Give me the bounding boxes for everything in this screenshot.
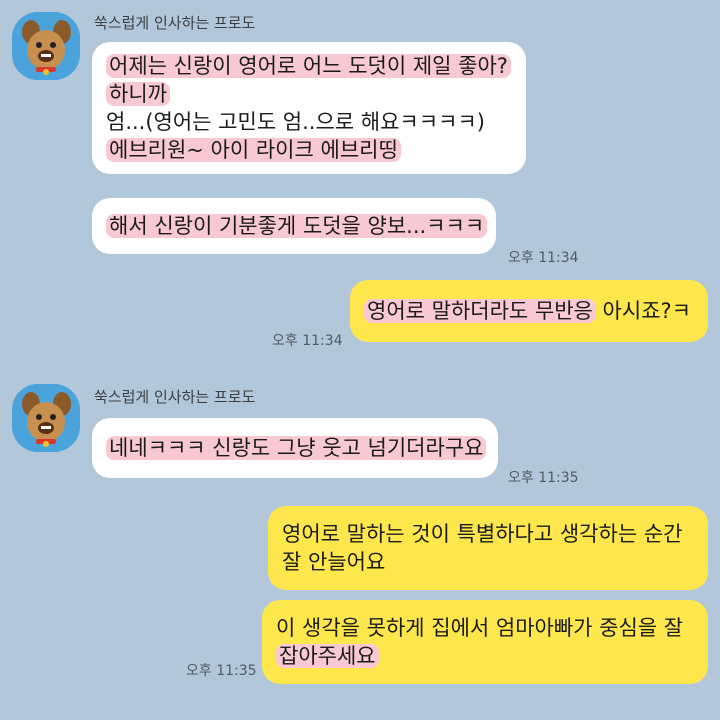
message-text: 아시죠?ㅋ xyxy=(595,299,691,323)
sender-avatar[interactable] xyxy=(12,384,80,452)
sender-name: 쑥스럽게 인사하는 프로도 xyxy=(94,388,256,406)
message-bubble-outgoing[interactable]: 영어로 말하더라도 무반응 아시죠?ㅋ xyxy=(350,280,708,342)
message-timestamp: 오후 11:35 xyxy=(508,470,579,486)
sender-avatar[interactable] xyxy=(12,12,80,80)
message-timestamp: 오후 11:35 xyxy=(186,663,257,679)
message-bubble-incoming[interactable]: 어제는 신랑이 영어로 어느 도덧이 제일 좋아? 하니까 엄...(영어는 고… xyxy=(92,42,526,174)
message-text: 영어로 말하더라도 무반응 xyxy=(364,299,596,323)
message-text: 하니까 xyxy=(106,82,170,106)
message-text: 엄...(영어는 고민도 엄..으로 해요ㅋㅋㅋㅋ) xyxy=(106,110,485,134)
message-text: 영어로 말하는 것이 특별하다고 생각하는 순간 xyxy=(282,522,683,546)
frodo-dog-avatar-icon xyxy=(12,384,80,452)
message-bubble-incoming[interactable]: 네네ㅋㅋㅋ 신랑도 그냥 웃고 넘기더라구요 xyxy=(92,418,498,478)
message-text: 에브리원~ 아이 라이크 에브리띵 xyxy=(106,138,401,162)
message-bubble-outgoing[interactable]: 영어로 말하는 것이 특별하다고 생각하는 순간 잘 안늘어요 xyxy=(268,506,708,590)
message-text: 어제는 신랑이 영어로 어느 도덧이 제일 좋아? xyxy=(106,54,511,78)
message-text: 잘 안늘어요 xyxy=(282,550,386,574)
message-text: 이 생각을 못하게 집에서 엄마아빠가 중심을 잘 xyxy=(276,616,684,640)
message-text: 해서 신랑이 기분좋게 도덧을 양보...ㅋㅋㅋ xyxy=(106,214,488,238)
message-timestamp: 오후 11:34 xyxy=(508,250,579,266)
message-bubble-incoming[interactable]: 해서 신랑이 기분좋게 도덧을 양보...ㅋㅋㅋ xyxy=(92,198,496,254)
sender-name: 쑥스럽게 인사하는 프로도 xyxy=(94,14,256,32)
message-text: 잡아주세요 xyxy=(276,644,379,668)
frodo-dog-avatar-icon xyxy=(12,12,80,80)
message-timestamp: 오후 11:34 xyxy=(272,333,343,349)
message-text: 네네ㅋㅋㅋ 신랑도 그냥 웃고 넘기더라구요 xyxy=(106,436,487,460)
message-bubble-outgoing[interactable]: 이 생각을 못하게 집에서 엄마아빠가 중심을 잘 잡아주세요 xyxy=(262,600,708,684)
